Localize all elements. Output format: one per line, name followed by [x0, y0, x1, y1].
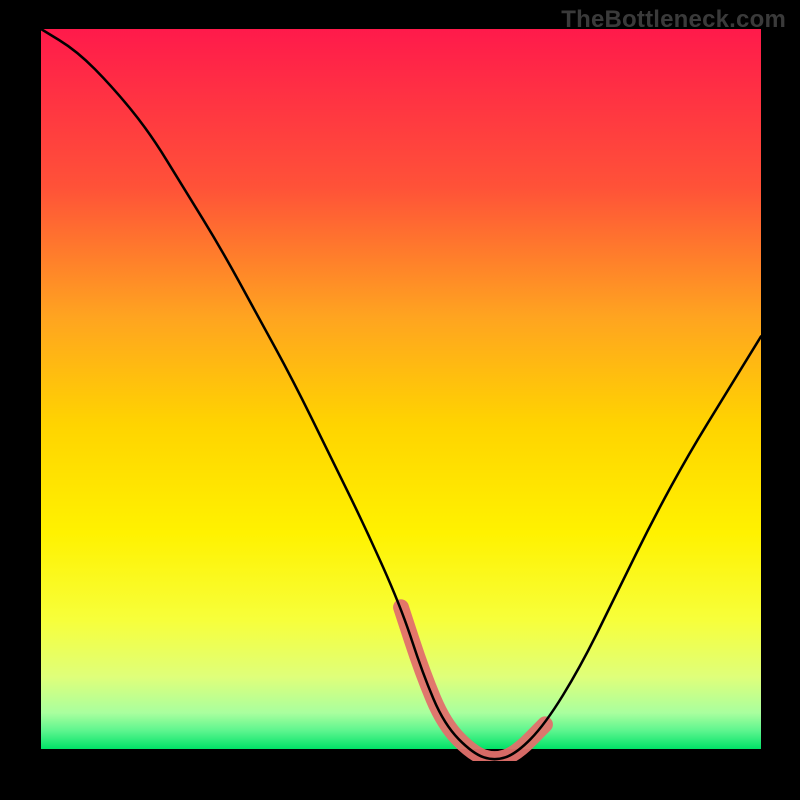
watermark-text: TheBottleneck.com [561, 6, 786, 34]
bottleneck-curve [41, 29, 761, 761]
chart-frame: TheBottleneck.com [0, 0, 800, 800]
plot-area [41, 29, 761, 761]
